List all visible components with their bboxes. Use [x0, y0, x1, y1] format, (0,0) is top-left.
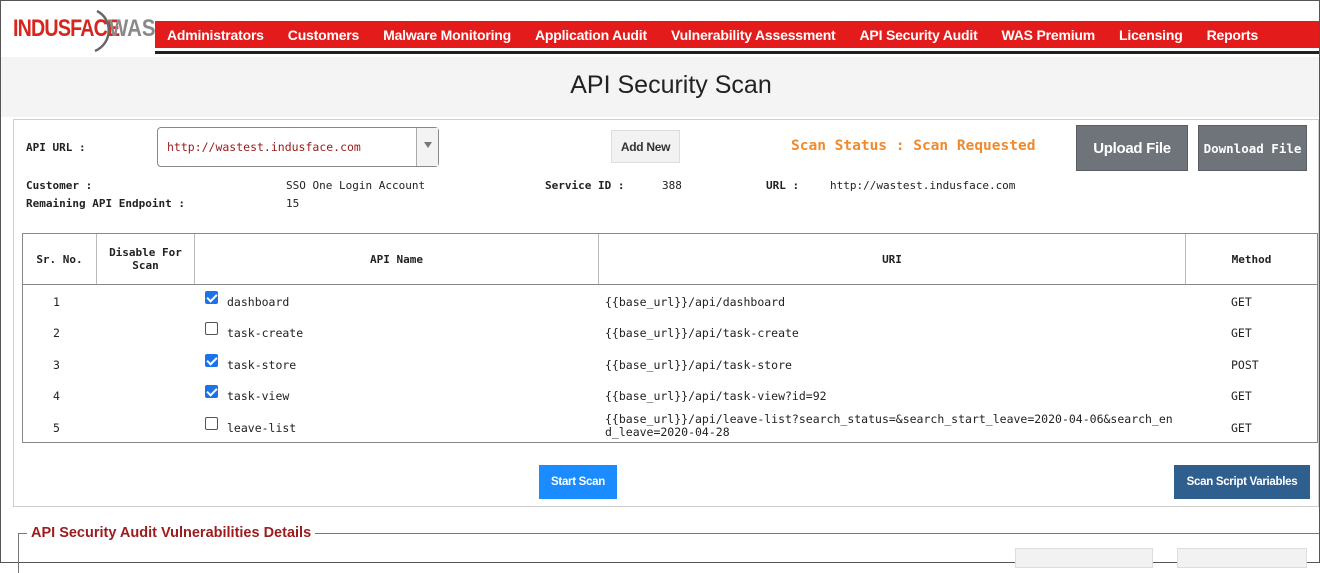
logo-suffix: WAS — [109, 15, 156, 42]
vuln-action-button[interactable] — [1015, 548, 1153, 568]
header-uri: URI — [599, 234, 1186, 284]
disable-scan-checkbox[interactable] — [205, 291, 218, 304]
page-title: API Security Scan — [570, 71, 772, 99]
remaining-endpoint-value: 15 — [286, 197, 300, 210]
table-row: 3 task-store {{base_url}}/api/task-store… — [23, 348, 1317, 379]
nav-administrators[interactable]: Administrators — [155, 27, 276, 43]
main-navbar: Administrators Customers Malware Monitor… — [155, 21, 1319, 48]
navbar-divider — [155, 51, 1319, 54]
nav-malware-monitoring[interactable]: Malware Monitoring — [371, 27, 523, 43]
api-table-header: Sr. No. Disable For Scan API Name URI Me… — [22, 233, 1318, 285]
customer-label: Customer : — [26, 179, 93, 192]
url-value: http://wastest.indusface.com — [830, 179, 1016, 192]
nav-reports[interactable]: Reports — [1195, 27, 1271, 43]
header-sr-no: Sr. No. — [23, 234, 97, 284]
chevron-down-icon[interactable] — [416, 128, 438, 166]
customer-value: SSO One Login Account — [286, 179, 426, 192]
vuln-action-button[interactable] — [1177, 548, 1307, 568]
row-uri: {{base_url}}/api/task-store — [605, 358, 792, 372]
row-sr: 1 — [53, 295, 60, 309]
api-url-select[interactable]: http://wastest.indusface.com — [157, 127, 439, 167]
row-sr: 4 — [53, 389, 60, 403]
row-method: GET — [1231, 326, 1252, 340]
row-method: GET — [1231, 421, 1252, 435]
row-method: POST — [1231, 358, 1259, 372]
indusface-logo[interactable]: INDUSFACE WAS — [11, 9, 156, 53]
api-url-label: API URL : — [26, 141, 86, 154]
header-disable-for-scan: Disable For Scan — [97, 234, 195, 284]
row-api-name: dashboard — [227, 295, 290, 309]
disable-scan-checkbox[interactable] — [205, 322, 218, 335]
row-api-name: task-store — [227, 358, 297, 372]
header-api-name: API Name — [195, 234, 599, 284]
nav-api-security-audit[interactable]: API Security Audit — [848, 27, 990, 43]
remaining-endpoint-label: Remaining API Endpoint : — [26, 197, 185, 210]
nav-licensing[interactable]: Licensing — [1107, 27, 1195, 43]
api-table-body: 1 dashboard {{base_url}}/api/dashboard G… — [22, 285, 1318, 443]
url-label: URL : — [766, 179, 800, 192]
app-header: INDUSFACE WAS Administrators Customers M… — [1, 1, 1319, 61]
scan-status: Scan Status : Scan Requested — [791, 138, 1036, 154]
header-method: Method — [1231, 252, 1272, 266]
row-sr: 5 — [53, 421, 60, 435]
upload-file-button[interactable]: Upload File — [1076, 125, 1188, 171]
row-uri: {{base_url}}/api/leave-list?search_statu… — [605, 412, 1173, 439]
row-api-name: leave-list — [227, 421, 297, 435]
table-row: 4 task-view {{base_url}}/api/task-view?i… — [23, 379, 1317, 410]
nav-vulnerability-assessment[interactable]: Vulnerability Assessment — [659, 27, 848, 43]
table-row: 1 dashboard {{base_url}}/api/dashboard G… — [23, 285, 1317, 316]
nav-application-audit[interactable]: Application Audit — [523, 27, 659, 43]
nav-was-premium[interactable]: WAS Premium — [990, 27, 1108, 43]
vulnerabilities-legend: API Security Audit Vulnerabilities Detai… — [27, 525, 316, 541]
api-url-value: http://wastest.indusface.com — [167, 140, 361, 154]
row-method: GET — [1231, 295, 1252, 309]
service-id-value: 388 — [662, 179, 682, 192]
download-file-button[interactable]: Download File — [1198, 125, 1307, 171]
nav-customers[interactable]: Customers — [276, 27, 371, 43]
row-sr: 2 — [53, 326, 60, 340]
row-uri: {{base_url}}/api/dashboard — [605, 295, 786, 309]
row-uri: {{base_url}}/api/task-view?id=92 — [605, 389, 827, 403]
disable-scan-checkbox[interactable] — [205, 417, 218, 430]
row-api-name: task-create — [227, 326, 304, 340]
row-sr: 3 — [53, 358, 60, 372]
row-uri: {{base_url}}/api/task-create — [605, 326, 799, 340]
row-api-name: task-view — [227, 389, 290, 403]
service-id-label: Service ID : — [545, 179, 625, 192]
table-row: 5 leave-list {{base_url}}/api/leave-list… — [23, 411, 1317, 442]
table-row: 2 task-create {{base_url}}/api/task-crea… — [23, 316, 1317, 347]
disable-scan-checkbox[interactable] — [205, 385, 218, 398]
add-new-button[interactable]: Add New — [611, 130, 680, 163]
start-scan-button[interactable]: Start Scan — [539, 465, 617, 499]
disable-scan-checkbox[interactable] — [205, 354, 218, 367]
row-method: GET — [1231, 389, 1252, 403]
scan-script-variables-button[interactable]: Scan Script Variables — [1174, 465, 1310, 499]
